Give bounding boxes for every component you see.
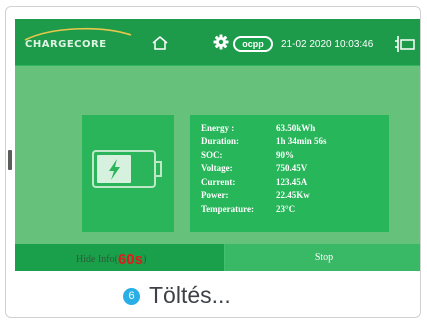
datetime-display: 21-02 2020 10:03:46 <box>281 39 374 50</box>
info-label: Voltage: <box>201 163 233 173</box>
hide-info-button[interactable]: Hide Info(60s) <box>15 244 225 271</box>
plug-icon <box>395 36 415 52</box>
battery-status-box <box>82 115 174 232</box>
info-label: Current: <box>201 177 236 187</box>
info-value: 22.45Kw <box>276 190 310 200</box>
info-value: 750.45V <box>276 163 308 173</box>
top-bar: CHARGECORE ocpp 21-02 2020 10:03:46 <box>15 19 420 66</box>
info-label: SOC: <box>201 150 223 160</box>
step-number-badge: 6 <box>123 288 140 305</box>
info-value: 1h 34min 56s <box>276 136 327 146</box>
hide-info-close-paren: ) <box>142 254 147 265</box>
stop-button[interactable]: Stop <box>225 244 420 271</box>
info-value: 63.50kWh <box>276 123 316 133</box>
hide-info-countdown: 60s <box>117 251 143 268</box>
gear-icon[interactable] <box>213 34 229 50</box>
info-value: 90% <box>276 150 294 160</box>
ocpp-badge: ocpp <box>233 36 273 52</box>
hide-info-label-group: Hide Info(60s) <box>76 251 146 268</box>
info-value: 23°C <box>276 204 296 214</box>
chargecore-logo: CHARGECORE <box>21 27 135 55</box>
battery-charging-icon <box>92 150 162 188</box>
info-label: Duration: <box>201 136 239 146</box>
step-caption: 6 Töltés... <box>123 282 323 317</box>
info-label: Temperature: <box>201 204 254 214</box>
info-value: 123.45A <box>276 177 308 187</box>
logo-text: CHARGECORE <box>25 39 107 50</box>
caption-text: Töltés... <box>149 282 231 308</box>
info-label: Energy : <box>201 123 235 133</box>
home-icon[interactable] <box>151 35 169 51</box>
bezel-tab <box>8 150 12 170</box>
charging-panel: Energy : 63.50kWh Duration: 1h 34min 56s… <box>15 66 420 244</box>
device-frame: CHARGECORE ocpp 21-02 2020 10:03:46 Ener… <box>5 6 421 318</box>
hide-info-label: Hide Info( <box>76 254 118 265</box>
info-label: Power: <box>201 190 229 200</box>
charging-info-box: Energy : 63.50kWh Duration: 1h 34min 56s… <box>190 115 389 232</box>
charger-screen: CHARGECORE ocpp 21-02 2020 10:03:46 Ener… <box>15 19 420 271</box>
